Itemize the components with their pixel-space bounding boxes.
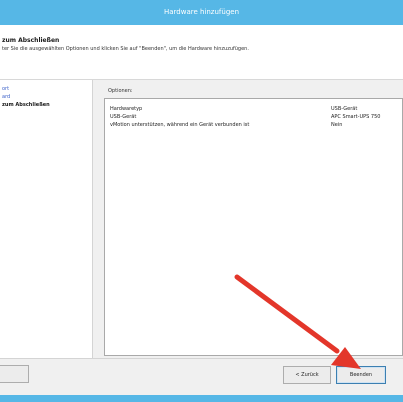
footer-divider	[0, 358, 403, 359]
option-key: Hardwaretyp	[110, 106, 143, 112]
options-label: Optionen:	[108, 88, 133, 94]
step-heading: zum Abschließen	[2, 37, 60, 44]
option-row: vMotion unterstützen, während ein Gerät …	[105, 121, 402, 129]
step-description: ter Sie die ausgewählten Optionen und kl…	[2, 46, 249, 52]
wizard-header: zum Abschließen ter Sie die ausgewählten…	[0, 25, 403, 80]
window-bottom-edge	[0, 395, 403, 402]
options-summary-box: Hardwaretyp USB-Gerät USB-Gerät APC Smar…	[104, 98, 403, 356]
step-link-2[interactable]: ard	[2, 93, 50, 101]
back-button[interactable]: < Zurück	[283, 366, 331, 384]
window-title: Hardware hinzufügen	[163, 8, 240, 16]
wizard-steps-pane: ort ard zum Abschließen	[0, 80, 92, 358]
title-bar: Hardware hinzufügen	[0, 0, 403, 25]
step-current: zum Abschließen	[2, 102, 50, 108]
pane-divider	[92, 80, 93, 358]
option-value: Nein	[331, 122, 343, 128]
option-row: Hardwaretyp USB-Gerät	[105, 105, 402, 113]
option-key: vMotion unterstützen, während ein Gerät …	[110, 122, 250, 128]
wizard-steps-list: ort ard zum Abschließen	[2, 85, 50, 109]
option-key: USB-Gerät	[110, 114, 137, 120]
option-value: USB-Gerät	[331, 106, 358, 112]
step-link-1[interactable]: ort	[2, 85, 50, 93]
help-button[interactable]	[0, 365, 29, 383]
option-row: USB-Gerät APC Smart-UPS 750	[105, 113, 402, 121]
option-value: APC Smart-UPS 750	[331, 114, 381, 120]
finish-button[interactable]: Beenden	[336, 366, 386, 384]
